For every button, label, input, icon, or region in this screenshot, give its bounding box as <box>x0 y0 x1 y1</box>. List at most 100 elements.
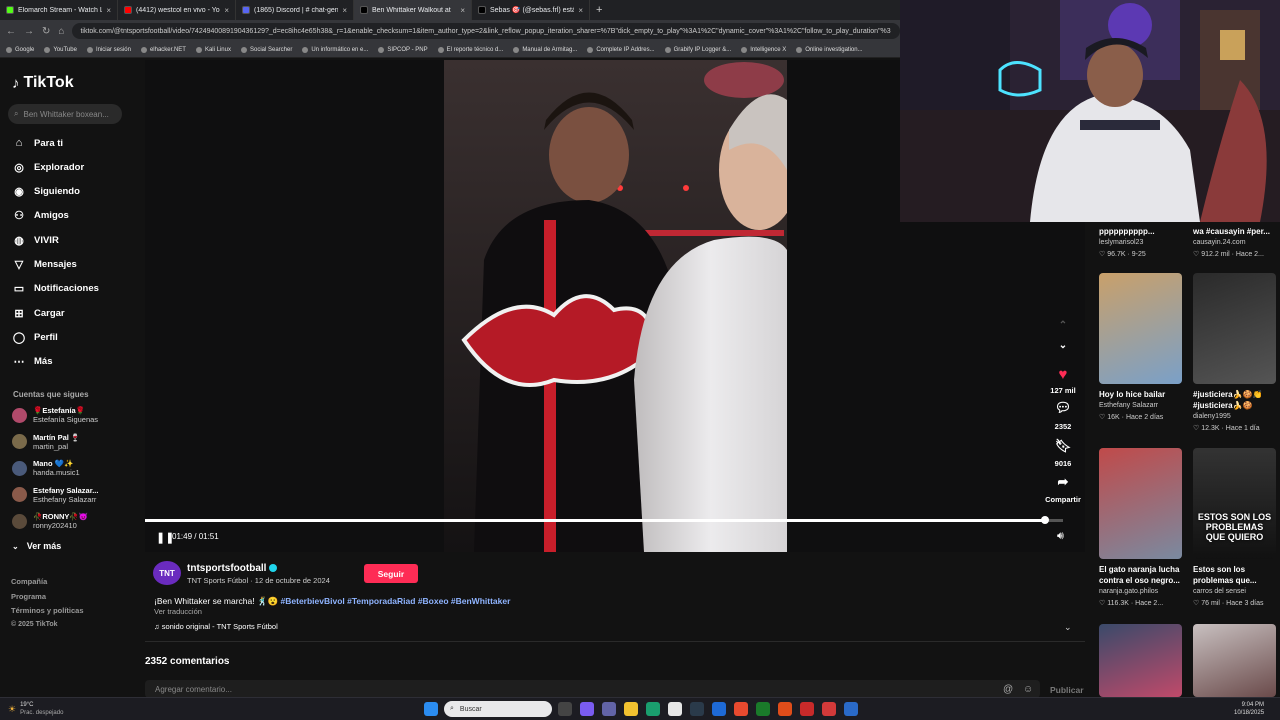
bookmark-item[interactable]: Un informático en e... <box>302 46 368 53</box>
video-thumbnail[interactable]: ESTOS SON LOS PROBLEMAS QUE QUIERO <box>1193 448 1276 559</box>
translate-link[interactable]: Ver traducción <box>154 607 202 616</box>
browser-tab[interactable]: Elomarch Stream - Watch Live × <box>0 0 118 20</box>
sidebar-item-2[interactable]: ◉ Siguiendo <box>12 185 80 199</box>
like-icon[interactable]: ♥ <box>1043 366 1083 383</box>
emoji-icon[interactable]: ☺ <box>1023 684 1033 695</box>
bookmark-item[interactable]: Manual de Armitag... <box>513 46 577 53</box>
hashtags[interactable]: #BeterbievBivol #TemporadaRiad #Boxeo #B… <box>281 596 511 606</box>
bookmark-item[interactable]: Iniciar sesión <box>86 46 131 53</box>
rec-author[interactable]: causayin.24.com <box>1193 239 1246 246</box>
following-account[interactable]: Mano 💙✨ handa.music1 <box>12 459 80 477</box>
following-account[interactable]: Martín Pal 🍷 martin_pal <box>12 433 80 451</box>
taskbar-search[interactable]: ⌕ Buscar <box>444 701 552 717</box>
comment-icon[interactable]: 💬︎ <box>1043 400 1083 416</box>
taskbar-clock[interactable]: 9:04 PM 10/18/2025 <box>1234 701 1264 717</box>
video-thumbnail[interactable] <box>1193 624 1276 697</box>
tab-close-icon[interactable]: × <box>578 6 583 15</box>
rec-author[interactable]: carros del sensei <box>1193 588 1246 595</box>
publish-button[interactable]: Publicar <box>1050 685 1084 695</box>
bookmark-item[interactable]: El reporte técnico d... <box>437 46 503 53</box>
bookmark-item[interactable]: Grabify IP Logger &... <box>664 46 731 53</box>
app-icon-2[interactable] <box>844 702 858 716</box>
bookmark-icon[interactable]: 🔖︎ <box>1043 438 1083 454</box>
teams-icon[interactable] <box>602 702 616 716</box>
expand-chevron-icon[interactable]: ⌄ <box>1064 622 1072 633</box>
rec-title[interactable]: Estos son los problemas que... <box>1193 564 1279 586</box>
sidebar-item-5[interactable]: ▽ Mensajes <box>12 258 77 272</box>
browser-tab[interactable]: (1865) Discord | # chat-gene × <box>236 0 354 20</box>
url-field[interactable]: tiktok.com/@tntsportsfootball/video/7424… <box>72 23 900 39</box>
sidebar-item-0[interactable]: ⌂ Para ti <box>12 136 63 150</box>
rec-title[interactable]: wa #causayin #per... <box>1193 226 1279 237</box>
file-explorer-icon[interactable] <box>624 702 638 716</box>
forward-icon[interactable]: → <box>24 26 34 37</box>
footer-link[interactable]: Términos y políticas <box>11 606 84 615</box>
tab-close-icon[interactable]: × <box>106 6 111 15</box>
task-view-icon[interactable] <box>558 702 572 716</box>
footer-link[interactable]: Compañía <box>11 577 47 586</box>
footer-link[interactable]: Programa <box>11 592 46 601</box>
tab-close-icon[interactable]: × <box>224 6 229 15</box>
bookmark-item[interactable]: elhacker.NET <box>140 46 186 53</box>
video-thumbnail[interactable] <box>1193 273 1276 384</box>
browser-tab[interactable]: Sebas 🎯 (@sebas.frl) está × <box>472 0 590 20</box>
reload-icon[interactable]: ↻ <box>42 26 50 37</box>
share-icon[interactable]: ➦ <box>1043 474 1083 490</box>
video-thumbnail[interactable] <box>1099 624 1182 697</box>
comment-input[interactable]: Agregar comentario... <box>145 680 1040 698</box>
tab-close-icon[interactable]: × <box>460 6 465 15</box>
next-video-icon[interactable]: ⌄ <box>1043 340 1083 351</box>
rec-author[interactable]: Esthefany Salazarr <box>1099 402 1158 409</box>
video-progress-knob[interactable] <box>1040 516 1049 524</box>
firefox-icon[interactable] <box>778 702 792 716</box>
browser-tab[interactable]: (4412) westcol en vivo - YouTube × <box>118 0 236 20</box>
mention-icon[interactable]: @ <box>1003 684 1013 695</box>
browser-tab[interactable]: Ben Whittaker Walkout at × <box>354 0 472 20</box>
video-thumbnail[interactable] <box>1099 273 1182 384</box>
opera-icon[interactable] <box>822 702 836 716</box>
bookmark-item[interactable]: Kali Linux <box>195 46 231 53</box>
sidebar-item-9[interactable]: ⋯ Más <box>12 355 53 369</box>
rec-title[interactable]: pppppppppp... <box>1099 226 1185 237</box>
xbox-icon[interactable] <box>756 702 770 716</box>
bookmark-item[interactable]: Google <box>6 46 34 53</box>
copilot-icon[interactable] <box>580 702 594 716</box>
creator-avatar[interactable]: TNT <box>153 561 181 585</box>
sidebar-item-8[interactable]: ◯ Perfil <box>12 330 58 344</box>
sidebar-item-4[interactable]: ◍ VIVIR <box>12 233 59 247</box>
vscode-icon[interactable] <box>712 702 726 716</box>
bookmark-item[interactable]: Social Searcher <box>240 46 292 53</box>
home-icon[interactable]: ⌂ <box>58 26 64 37</box>
chrome-icon[interactable] <box>734 702 748 716</box>
video-frame[interactable] <box>444 60 787 552</box>
sidebar-item-7[interactable]: ⊞ Cargar <box>12 306 64 320</box>
rec-title[interactable]: #justiciera🍌🍪👏 #justiciera🍌🍪 <box>1193 389 1279 411</box>
sidebar-item-3[interactable]: ⚇ Amigos <box>12 209 69 223</box>
sidebar-item-6[interactable]: ▭ Notificaciones <box>12 282 99 296</box>
following-account[interactable]: Estefany Salazar... Esthefany Salazarr <box>12 486 98 504</box>
sidebar-item-1[interactable]: ◎ Explorador <box>12 160 84 174</box>
edge-icon[interactable] <box>646 702 660 716</box>
rec-author[interactable]: naranja.gato.philos <box>1099 588 1158 595</box>
bookmark-item[interactable]: SIPCOP - PNP <box>378 46 428 53</box>
rec-title[interactable]: Hoy lo hice bailar <box>1099 389 1185 400</box>
previous-video-icon[interactable]: ⌃ <box>1043 320 1083 331</box>
video-thumbnail[interactable] <box>1099 448 1182 559</box>
following-account[interactable]: 🥀RONNY🥀😈 ronny202410 <box>12 512 88 530</box>
new-tab-icon[interactable]: + <box>596 4 602 16</box>
rec-author[interactable]: dialeny1995 <box>1193 413 1231 420</box>
sound-link[interactable]: ♫ sonido original - TNT Sports Fútbol <box>154 622 278 631</box>
steam-icon[interactable] <box>690 702 704 716</box>
following-account[interactable]: 🌹Estefanía🌹 Estefanía Siguenas <box>12 406 98 424</box>
bookmark-item[interactable]: Intelligence X <box>741 46 786 53</box>
rec-title[interactable]: El gato naranja lucha contra el oso negr… <box>1099 564 1185 586</box>
weather-widget[interactable]: ☀ 19°C Prac. despejado <box>8 701 63 717</box>
app-icon[interactable] <box>800 702 814 716</box>
bookmark-item[interactable]: YouTube <box>44 46 77 53</box>
creator-name[interactable]: tntsportsfootball <box>187 563 278 574</box>
volume-icon[interactable]: 🔊︎ <box>1057 530 1064 543</box>
search-input[interactable]: ⌕ Ben Whittaker boxean... <box>8 104 122 124</box>
video-progress-bar[interactable] <box>145 516 1063 524</box>
back-icon[interactable]: ← <box>6 26 16 37</box>
follow-button[interactable]: Seguir <box>364 564 418 583</box>
